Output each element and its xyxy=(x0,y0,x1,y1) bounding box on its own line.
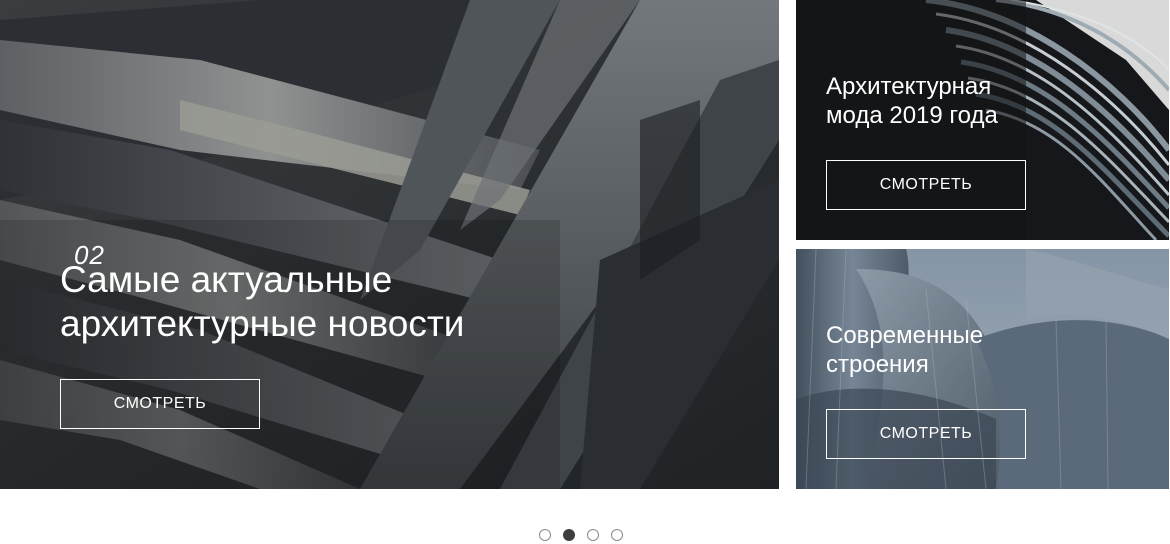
pagination-dot-2[interactable] xyxy=(563,529,575,541)
card-modern-buildings-title-line1: Современные xyxy=(826,322,984,349)
main-slide-title-line1: Самые актуальные xyxy=(60,259,393,300)
card-architectural-fashion-title: Архитектурная мода 2019 года xyxy=(826,72,1126,130)
card-architectural-fashion-title-line2: мода 2019 года xyxy=(826,102,998,129)
card-modern-buildings-title: Современные строения xyxy=(826,321,1126,379)
main-slide-view-button[interactable]: СМОТРЕТЬ xyxy=(60,379,260,429)
page: 02 Самые актуальные архитектурные новост… xyxy=(0,0,1170,544)
card-modern-buildings-title-line2: строения xyxy=(826,351,929,378)
main-slide-title: Самые актуальные архитектурные новости xyxy=(60,258,660,346)
pagination-dot-1[interactable] xyxy=(539,529,551,541)
card-architectural-fashion: Архитектурная мода 2019 года СМОТРЕТЬ xyxy=(796,0,1169,240)
pagination-dot-4[interactable] xyxy=(611,529,623,541)
card-architectural-fashion-view-button[interactable]: СМОТРЕТЬ xyxy=(826,160,1026,210)
pagination-dot-3[interactable] xyxy=(587,529,599,541)
card-modern-buildings: Современные строения СМОТРЕТЬ xyxy=(796,249,1169,489)
main-slide: 02 Самые актуальные архитектурные новост… xyxy=(0,0,779,489)
card-modern-buildings-view-button[interactable]: СМОТРЕТЬ xyxy=(826,409,1026,459)
card-architectural-fashion-title-line1: Архитектурная xyxy=(826,73,992,100)
slider-pagination xyxy=(539,529,623,541)
main-slide-title-line2: архитектурные новости xyxy=(60,303,465,344)
